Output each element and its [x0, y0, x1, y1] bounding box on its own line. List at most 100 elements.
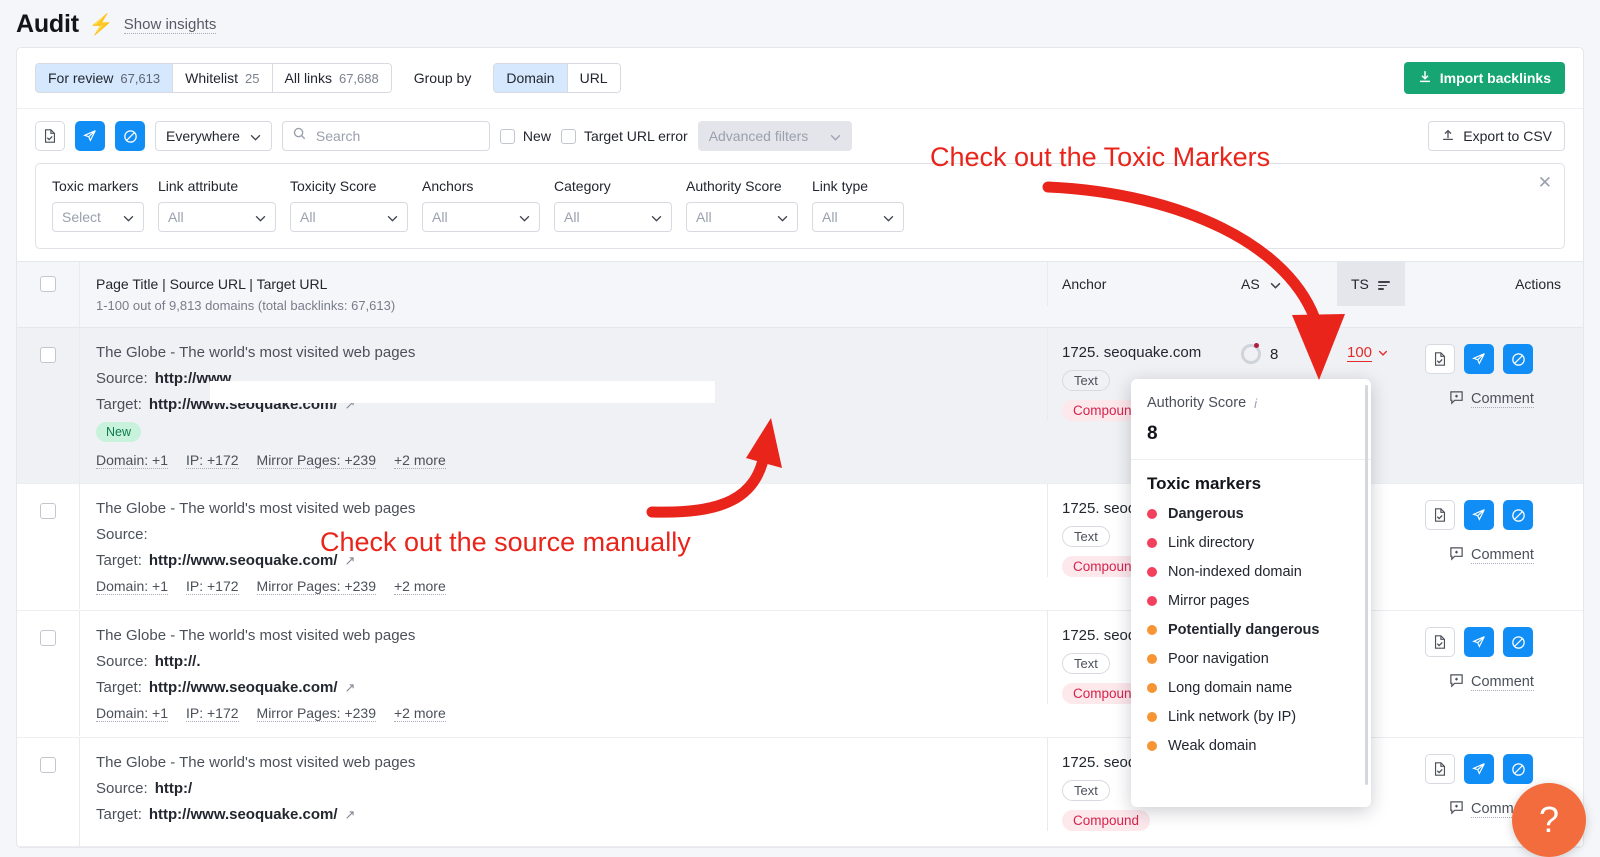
- row-paper-plane-icon[interactable]: [1464, 500, 1494, 530]
- row-paper-plane-icon[interactable]: [1464, 344, 1494, 374]
- row-paper-plane-icon[interactable]: [1464, 627, 1494, 657]
- column-header-anchor[interactable]: Anchor: [1047, 262, 1227, 306]
- toxic-marker-item[interactable]: Link network (by IP): [1147, 709, 1355, 725]
- row-checkbox[interactable]: [40, 503, 56, 519]
- checkbox-new-box[interactable]: [499, 128, 515, 144]
- row-page-title: The Globe - The world's most visited web…: [96, 627, 416, 644]
- toxic-marker-item[interactable]: Long domain name: [1147, 680, 1355, 696]
- search-input[interactable]: [313, 127, 479, 145]
- row-block-icon[interactable]: [1503, 500, 1533, 530]
- select-all-checkbox[interactable]: [40, 276, 56, 292]
- filter-toxic-markers-value: Select: [62, 209, 101, 225]
- external-link-icon[interactable]: ↗: [345, 553, 356, 569]
- row-meta-mirror-pages[interactable]: Mirror Pages: +239: [256, 578, 376, 595]
- row-meta-mirror-pages[interactable]: Mirror Pages: +239: [256, 705, 376, 722]
- toxic-marker-item[interactable]: Weak domain: [1147, 738, 1355, 754]
- row-block-icon[interactable]: [1503, 344, 1533, 374]
- row-comment-button[interactable]: Comment: [1449, 546, 1583, 565]
- row-document-check-icon[interactable]: [1425, 344, 1455, 374]
- help-button[interactable]: ?: [1512, 783, 1586, 857]
- row-meta-ip[interactable]: IP: +172: [185, 705, 239, 722]
- filter-authority-score: Authority Score All: [686, 178, 798, 232]
- row-document-check-icon[interactable]: [1425, 627, 1455, 657]
- toxic-marker-label: Poor navigation: [1168, 651, 1269, 667]
- document-check-icon[interactable]: [35, 121, 65, 151]
- export-to-csv-button[interactable]: Export to CSV: [1428, 121, 1565, 151]
- column-header-ts[interactable]: TS: [1337, 262, 1405, 306]
- row-page-title: The Globe - The world's most visited web…: [96, 344, 416, 361]
- row-source-line: Source: http:/: [96, 780, 1031, 797]
- toxic-marker-item[interactable]: Mirror pages: [1147, 593, 1355, 609]
- row-paper-plane-icon[interactable]: [1464, 754, 1494, 784]
- row-block-icon[interactable]: [1503, 627, 1533, 657]
- row-meta-mirror-pages[interactable]: Mirror Pages: +239: [256, 452, 376, 469]
- filter-anchors-select[interactable]: All: [422, 202, 540, 232]
- chevron-down-icon[interactable]: [1378, 347, 1388, 359]
- toxic-marker-item[interactable]: Potentially dangerous: [1147, 622, 1355, 638]
- search-box[interactable]: [281, 121, 490, 151]
- paper-plane-icon[interactable]: [75, 121, 105, 151]
- row-source-line: Source:: [96, 526, 1031, 543]
- row-comment-button[interactable]: Comment: [1449, 390, 1583, 409]
- toxic-marker-label: Link network (by IP): [1168, 709, 1297, 725]
- row-target-value: http://www.seoquake.com/: [148, 806, 338, 823]
- filter-link-type: Link type All: [812, 178, 904, 232]
- external-link-icon[interactable]: ↗: [345, 680, 356, 696]
- checkbox-target-url-error-label: Target URL error: [583, 128, 688, 144]
- row-tag-text: Text: [1062, 780, 1110, 801]
- show-insights-link[interactable]: Show insights: [123, 16, 217, 34]
- filter-new-checkbox[interactable]: New: [499, 128, 551, 144]
- toxic-marker-item[interactable]: Poor navigation: [1147, 651, 1355, 667]
- row-meta-domain[interactable]: Domain: +1: [96, 452, 168, 469]
- filter-toxicity-score-label: Toxicity Score: [290, 178, 377, 194]
- row-as-value: 8: [1270, 345, 1279, 363]
- filter-toxic-markers-select[interactable]: Select: [52, 202, 144, 232]
- filter-target-url-error-checkbox[interactable]: Target URL error: [560, 128, 688, 144]
- chevron-down-icon: [123, 209, 134, 225]
- row-ts-value[interactable]: 100: [1347, 344, 1373, 362]
- chevron-down-icon: [777, 209, 788, 225]
- row-checkbox[interactable]: [40, 347, 56, 363]
- row-meta-more[interactable]: +2 more: [393, 452, 446, 469]
- row-checkbox[interactable]: [40, 757, 56, 773]
- tab-for-review[interactable]: For review 67,613: [36, 64, 174, 92]
- tooltip-markers-body: Toxic markers Dangerous Link directory N…: [1131, 460, 1371, 807]
- toxic-marker-item[interactable]: Dangerous: [1147, 506, 1355, 522]
- row-document-check-icon[interactable]: [1425, 500, 1455, 530]
- external-link-icon[interactable]: ↗: [345, 807, 356, 823]
- scope-select[interactable]: Everywhere: [155, 121, 272, 151]
- filter-authority-score-select[interactable]: All: [686, 202, 798, 232]
- row-meta-more[interactable]: +2 more: [393, 705, 446, 722]
- row-document-check-icon[interactable]: [1425, 754, 1455, 784]
- row-ts-cell[interactable]: 100: [1337, 328, 1405, 362]
- row-meta-ip[interactable]: IP: +172: [185, 578, 239, 595]
- filter-category-select[interactable]: All: [554, 202, 672, 232]
- toxic-marker-label: Potentially dangerous: [1168, 622, 1320, 638]
- close-filter-panel-icon[interactable]: ✕: [1538, 174, 1552, 191]
- toxic-marker-item[interactable]: Non-indexed domain: [1147, 564, 1355, 580]
- group-by-domain[interactable]: Domain: [494, 64, 568, 92]
- group-by-url[interactable]: URL: [567, 64, 620, 92]
- checkbox-target-url-error-box[interactable]: [560, 128, 576, 144]
- tooltip-scrollbar[interactable]: [1365, 385, 1368, 785]
- advanced-filters-button[interactable]: Advanced filters: [697, 121, 853, 151]
- filter-link-attribute-select[interactable]: All: [158, 202, 276, 232]
- block-icon[interactable]: [115, 121, 145, 151]
- marker-dot-icon: [1147, 567, 1157, 577]
- row-meta-more[interactable]: +2 more: [393, 578, 446, 595]
- row-tag-compound: Compound: [1062, 810, 1151, 831]
- toxic-marker-item[interactable]: Link directory: [1147, 535, 1355, 551]
- filter-link-type-select[interactable]: All: [812, 202, 904, 232]
- column-header-as[interactable]: AS: [1227, 262, 1337, 306]
- row-checkbox[interactable]: [40, 630, 56, 646]
- tab-all-links[interactable]: All links 67,688: [272, 64, 391, 92]
- tab-whitelist[interactable]: Whitelist 25: [173, 64, 273, 92]
- row-meta-domain[interactable]: Domain: +1: [96, 578, 168, 595]
- filter-toxicity-score-select[interactable]: All: [290, 202, 408, 232]
- row-meta-ip[interactable]: IP: +172: [185, 452, 239, 469]
- row-comment-button[interactable]: Comment: [1449, 673, 1583, 692]
- row-block-icon[interactable]: [1503, 754, 1533, 784]
- row-meta-domain[interactable]: Domain: +1: [96, 705, 168, 722]
- info-icon[interactable]: i: [1254, 396, 1257, 411]
- import-backlinks-button[interactable]: Import backlinks: [1403, 62, 1565, 94]
